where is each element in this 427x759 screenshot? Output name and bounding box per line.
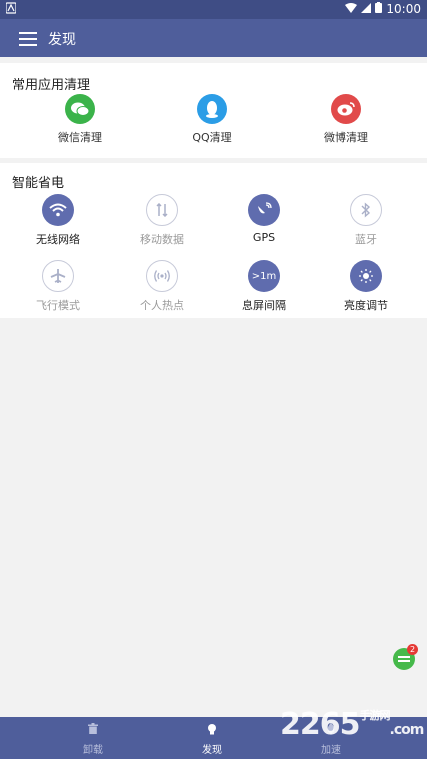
wifi-status-icon (345, 2, 358, 16)
nav-discover[interactable]: 发现 (172, 723, 252, 756)
wechat-clean-button[interactable]: 微信清理 (35, 94, 125, 145)
mobile-data-toggle[interactable]: 移动数据 (122, 194, 202, 247)
android-notification-icon (5, 2, 17, 17)
weibo-icon (331, 94, 361, 124)
nav-label: 发现 (202, 745, 222, 756)
airplane-icon (42, 260, 74, 292)
app-label: QQ清理 (192, 131, 232, 144)
gps-toggle[interactable]: GPS (224, 194, 304, 244)
toggle-label: 飞行模式 (36, 299, 80, 312)
toggle-label: 无线网络 (36, 233, 80, 246)
page-title: 发现 (48, 32, 76, 48)
bluetooth-toggle[interactable]: 蓝牙 (326, 194, 406, 247)
hotspot-toggle[interactable]: 个人热点 (122, 260, 202, 313)
hotspot-icon (146, 260, 178, 292)
app-label: 微博清理 (324, 131, 368, 144)
screen-timeout-icon: >1m (248, 260, 280, 292)
watermark-suffix: .com (389, 722, 425, 738)
nav-label: 卸载 (83, 745, 103, 756)
gps-icon (248, 194, 280, 226)
watermark-number: 2265 (280, 707, 360, 742)
watermark-logo: 2265手游网.com (280, 707, 425, 742)
status-time: 10:00 (386, 2, 421, 16)
screen-timeout-setting[interactable]: >1m 息屏间隔 (224, 260, 304, 313)
battery-icon (375, 2, 383, 16)
qq-clean-button[interactable]: QQ清理 (167, 94, 257, 145)
app-label: 微信清理 (58, 131, 102, 144)
floating-message-button[interactable]: 2 (393, 644, 418, 670)
wifi-icon (42, 194, 74, 226)
app-bar: 发现 (0, 19, 427, 57)
toggle-label: GPS (252, 231, 276, 244)
wifi-toggle[interactable]: 无线网络 (18, 194, 98, 247)
lightbulb-icon (172, 723, 252, 737)
power-saving-section: 智能省电 无线网络 移动数据 GPS 蓝牙 飞行模式 个人热点 >1m 息屏间隔… (0, 163, 427, 318)
toggle-label: 个人热点 (140, 299, 184, 312)
qq-icon (197, 94, 227, 124)
signal-icon (361, 2, 372, 16)
mobile-data-icon (146, 194, 178, 226)
toggle-label: 亮度调节 (344, 299, 388, 312)
toggle-label: 移动数据 (140, 233, 184, 246)
wechat-icon (65, 94, 95, 124)
brightness-icon (350, 260, 382, 292)
weibo-clean-button[interactable]: 微博清理 (301, 94, 391, 145)
common-cleanup-section: 常用应用清理 微信清理 QQ清理 微博清理 (0, 63, 427, 158)
screen-timeout-value: >1m (251, 270, 277, 282)
toggle-label: 蓝牙 (355, 233, 377, 246)
notification-badge: 2 (407, 644, 418, 655)
watermark-sub: 手游网 (359, 709, 391, 722)
trash-icon (53, 723, 133, 737)
nav-uninstall[interactable]: 卸载 (53, 723, 133, 756)
message-icon (398, 656, 410, 664)
nav-label: 加速 (321, 745, 341, 756)
airplane-mode-toggle[interactable]: 飞行模式 (18, 260, 98, 313)
status-bar: 10:00 (0, 0, 427, 19)
section-title: 常用应用清理 (12, 78, 91, 93)
section-title: 智能省电 (12, 176, 65, 191)
brightness-setting[interactable]: 亮度调节 (326, 260, 406, 313)
toggle-label: 息屏间隔 (242, 299, 286, 312)
menu-icon[interactable] (19, 28, 37, 48)
bluetooth-icon (350, 194, 382, 226)
